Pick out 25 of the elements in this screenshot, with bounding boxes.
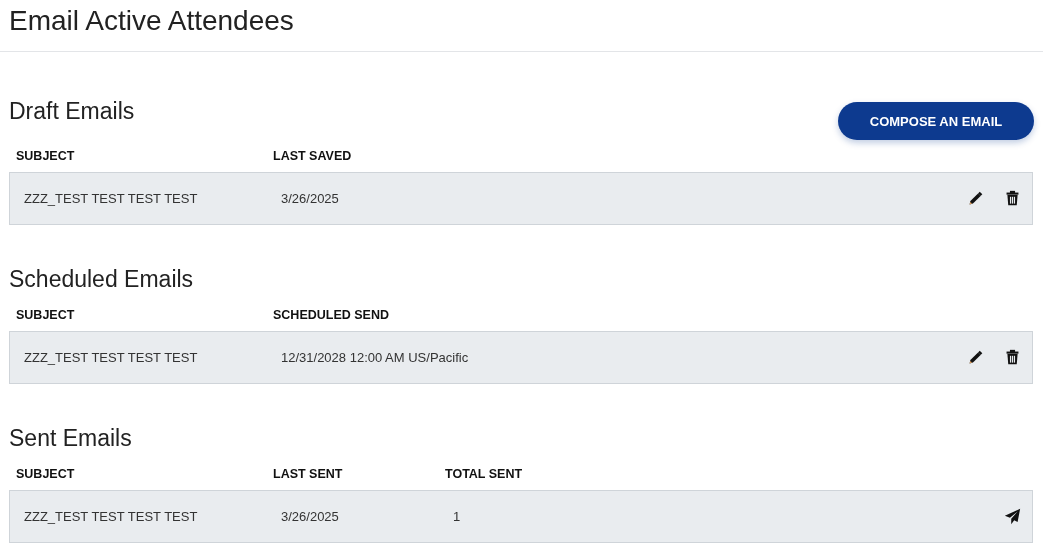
send-button[interactable] (1003, 507, 1022, 526)
table-cell-text: 3/26/2025 (281, 509, 340, 524)
table-cell: 12/31/2028 12:00 AM US/Pacific (281, 350, 469, 365)
table-cell-text: 3/26/2025 (281, 191, 340, 206)
pencil-icon (967, 349, 984, 366)
page-title: Email Active Attendees (9, 4, 295, 38)
table-cell-text: ZZZ_TEST TEST TEST TEST (24, 509, 199, 524)
send-icon (1004, 508, 1021, 525)
compose-button[interactable]: COMPOSE AN EMAIL (838, 102, 1034, 140)
section-heading: Sent Emails (9, 424, 132, 452)
column-header: TOTAL SENT (445, 467, 523, 481)
pencil-icon (967, 190, 984, 207)
trash-icon (1004, 349, 1021, 366)
table-cell-text: ZZZ_TEST TEST TEST TEST (24, 350, 199, 365)
table-cell-text: ZZZ_TEST TEST TEST TEST (24, 191, 199, 206)
column-header: SCHEDULED SEND (273, 308, 390, 322)
column-header: LAST SAVED (273, 149, 353, 163)
column-header: SUBJECT (16, 308, 76, 322)
section-heading: Scheduled Emails (9, 265, 194, 293)
trash-icon (1004, 190, 1021, 207)
section-heading: Draft Emails (9, 97, 135, 125)
column-header: SUBJECT (16, 467, 76, 481)
table-cell: 1 (453, 509, 461, 524)
column-header: LAST SENT (273, 467, 344, 481)
column-header: SUBJECT (16, 149, 76, 163)
